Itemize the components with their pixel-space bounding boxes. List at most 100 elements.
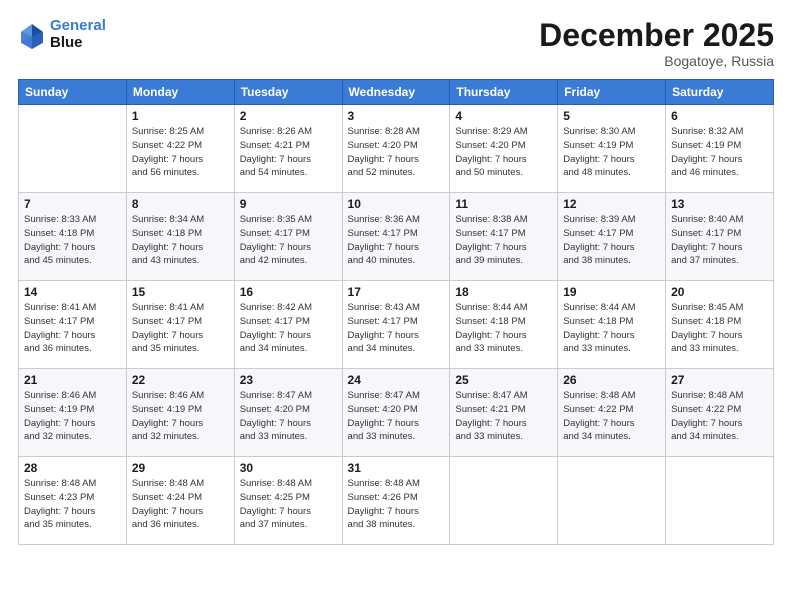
- month-title: December 2025: [539, 18, 774, 53]
- calendar-week-row: 21Sunrise: 8:46 AMSunset: 4:19 PMDayligh…: [19, 369, 774, 457]
- day-number: 25: [455, 373, 552, 387]
- day-number: 2: [240, 109, 337, 123]
- calendar-cell: 18 Sunrise: 8:44 AMSunset: 4:18 PMDayligh…: [450, 281, 558, 369]
- calendar-cell: 3 Sunrise: 8:28 AMSunset: 4:20 PMDaylight…: [342, 105, 450, 193]
- day-number: 9: [240, 197, 337, 211]
- calendar-cell: [558, 457, 666, 545]
- logo-text: General Blue: [50, 18, 106, 51]
- day-number: 10: [348, 197, 445, 211]
- day-info: Sunrise: 8:42 AMSunset: 4:17 PMDaylight:…: [240, 301, 337, 356]
- day-info: Sunrise: 8:47 AMSunset: 4:20 PMDaylight:…: [240, 389, 337, 444]
- day-info: Sunrise: 8:48 AMSunset: 4:22 PMDaylight:…: [563, 389, 660, 444]
- location: Bogatoye, Russia: [539, 53, 774, 69]
- calendar-cell: 13Sunrise: 8:40 AMSunset: 4:17 PMDayligh…: [666, 193, 774, 281]
- day-header-thursday: Thursday: [450, 80, 558, 105]
- page: General Blue December 2025 Bogatoye, Rus…: [0, 0, 792, 612]
- calendar-cell: 22 Sunrise: 8:46 AMSunset: 4:19 PMDayligh…: [126, 369, 234, 457]
- logo-icon: [18, 21, 46, 49]
- calendar-cell: 8 Sunrise: 8:34 AMSunset: 4:18 PMDaylight…: [126, 193, 234, 281]
- calendar-cell: 24 Sunrise: 8:47 AMSunset: 4:20 PMDayligh…: [342, 369, 450, 457]
- day-number: 19: [563, 285, 660, 299]
- day-number: 16: [240, 285, 337, 299]
- day-info: Sunrise: 8:34 AMSunset: 4:18 PMDaylight:…: [132, 213, 229, 268]
- day-header-monday: Monday: [126, 80, 234, 105]
- calendar-cell: 1Sunrise: 8:25 AMSunset: 4:22 PMDaylight…: [126, 105, 234, 193]
- day-number: 5: [563, 109, 660, 123]
- day-info: Sunrise: 8:43 AMSunset: 4:17 PMDaylight:…: [348, 301, 445, 356]
- day-number: 22: [132, 373, 229, 387]
- day-info: Sunrise: 8:29 AMSunset: 4:20 PMDaylight:…: [455, 125, 552, 180]
- calendar-cell: 23 Sunrise: 8:47 AMSunset: 4:20 PMDayligh…: [234, 369, 342, 457]
- calendar-cell: 10Sunrise: 8:36 AMSunset: 4:17 PMDayligh…: [342, 193, 450, 281]
- day-header-tuesday: Tuesday: [234, 80, 342, 105]
- calendar-cell: 14 Sunrise: 8:41 AMSunset: 4:17 PMDayligh…: [19, 281, 127, 369]
- day-info: Sunrise: 8:40 AMSunset: 4:17 PMDaylight:…: [671, 213, 768, 268]
- day-info: Sunrise: 8:41 AMSunset: 4:17 PMDaylight:…: [24, 301, 121, 356]
- day-info: Sunrise: 8:48 AMSunset: 4:24 PMDaylight:…: [132, 477, 229, 532]
- day-info: Sunrise: 8:44 AMSunset: 4:18 PMDaylight:…: [563, 301, 660, 356]
- day-info: Sunrise: 8:48 AMSunset: 4:25 PMDaylight:…: [240, 477, 337, 532]
- day-info: Sunrise: 8:38 AMSunset: 4:17 PMDaylight:…: [455, 213, 552, 268]
- day-header-saturday: Saturday: [666, 80, 774, 105]
- day-number: 23: [240, 373, 337, 387]
- calendar-week-row: 1Sunrise: 8:25 AMSunset: 4:22 PMDaylight…: [19, 105, 774, 193]
- calendar-cell: 9 Sunrise: 8:35 AMSunset: 4:17 PMDaylight…: [234, 193, 342, 281]
- calendar-cell: 12Sunrise: 8:39 AMSunset: 4:17 PMDayligh…: [558, 193, 666, 281]
- day-info: Sunrise: 8:33 AMSunset: 4:18 PMDaylight:…: [24, 213, 121, 268]
- calendar-cell: [19, 105, 127, 193]
- calendar-cell: 17 Sunrise: 8:43 AMSunset: 4:17 PMDayligh…: [342, 281, 450, 369]
- day-number: 11: [455, 197, 552, 211]
- calendar-cell: 16 Sunrise: 8:42 AMSunset: 4:17 PMDayligh…: [234, 281, 342, 369]
- day-number: 7: [24, 197, 121, 211]
- logo: General Blue: [18, 18, 106, 51]
- day-info: Sunrise: 8:30 AMSunset: 4:19 PMDaylight:…: [563, 125, 660, 180]
- day-info: Sunrise: 8:46 AMSunset: 4:19 PMDaylight:…: [24, 389, 121, 444]
- title-area: December 2025 Bogatoye, Russia: [539, 18, 774, 69]
- day-info: Sunrise: 8:47 AMSunset: 4:21 PMDaylight:…: [455, 389, 552, 444]
- calendar-cell: 15Sunrise: 8:41 AMSunset: 4:17 PMDayligh…: [126, 281, 234, 369]
- day-number: 1: [132, 109, 229, 123]
- day-header-friday: Friday: [558, 80, 666, 105]
- day-info: Sunrise: 8:45 AMSunset: 4:18 PMDaylight:…: [671, 301, 768, 356]
- day-info: Sunrise: 8:32 AMSunset: 4:19 PMDaylight:…: [671, 125, 768, 180]
- day-header-wednesday: Wednesday: [342, 80, 450, 105]
- day-number: 12: [563, 197, 660, 211]
- day-info: Sunrise: 8:47 AMSunset: 4:20 PMDaylight:…: [348, 389, 445, 444]
- day-number: 27: [671, 373, 768, 387]
- day-number: 29: [132, 461, 229, 475]
- calendar-cell: 19 Sunrise: 8:44 AMSunset: 4:18 PMDayligh…: [558, 281, 666, 369]
- day-number: 4: [455, 109, 552, 123]
- day-number: 3: [348, 109, 445, 123]
- day-number: 17: [348, 285, 445, 299]
- calendar-cell: 30 Sunrise: 8:48 AMSunset: 4:25 PMDayligh…: [234, 457, 342, 545]
- day-number: 24: [348, 373, 445, 387]
- calendar-cell: 26 Sunrise: 8:48 AMSunset: 4:22 PMDayligh…: [558, 369, 666, 457]
- day-info: Sunrise: 8:46 AMSunset: 4:19 PMDaylight:…: [132, 389, 229, 444]
- calendar-cell: 5 Sunrise: 8:30 AMSunset: 4:19 PMDaylight…: [558, 105, 666, 193]
- day-number: 8: [132, 197, 229, 211]
- day-number: 20: [671, 285, 768, 299]
- calendar-cell: [666, 457, 774, 545]
- calendar-cell: 6 Sunrise: 8:32 AMSunset: 4:19 PMDaylight…: [666, 105, 774, 193]
- day-number: 31: [348, 461, 445, 475]
- calendar-cell: 21Sunrise: 8:46 AMSunset: 4:19 PMDayligh…: [19, 369, 127, 457]
- day-number: 26: [563, 373, 660, 387]
- day-number: 30: [240, 461, 337, 475]
- calendar-cell: [450, 457, 558, 545]
- day-info: Sunrise: 8:48 AMSunset: 4:23 PMDaylight:…: [24, 477, 121, 532]
- day-info: Sunrise: 8:44 AMSunset: 4:18 PMDaylight:…: [455, 301, 552, 356]
- day-number: 14: [24, 285, 121, 299]
- calendar-cell: 28 Sunrise: 8:48 AMSunset: 4:23 PMDayligh…: [19, 457, 127, 545]
- day-info: Sunrise: 8:48 AMSunset: 4:22 PMDaylight:…: [671, 389, 768, 444]
- day-number: 6: [671, 109, 768, 123]
- day-info: Sunrise: 8:28 AMSunset: 4:20 PMDaylight:…: [348, 125, 445, 180]
- day-number: 28: [24, 461, 121, 475]
- calendar-cell: 25 Sunrise: 8:47 AMSunset: 4:21 PMDayligh…: [450, 369, 558, 457]
- calendar-table: SundayMondayTuesdayWednesdayThursdayFrid…: [18, 79, 774, 545]
- day-info: Sunrise: 8:35 AMSunset: 4:17 PMDaylight:…: [240, 213, 337, 268]
- day-number: 18: [455, 285, 552, 299]
- calendar-week-row: 7 Sunrise: 8:33 AMSunset: 4:18 PMDaylight…: [19, 193, 774, 281]
- day-info: Sunrise: 8:26 AMSunset: 4:21 PMDaylight:…: [240, 125, 337, 180]
- calendar-cell: 11 Sunrise: 8:38 AMSunset: 4:17 PMDayligh…: [450, 193, 558, 281]
- calendar-week-row: 28 Sunrise: 8:48 AMSunset: 4:23 PMDayligh…: [19, 457, 774, 545]
